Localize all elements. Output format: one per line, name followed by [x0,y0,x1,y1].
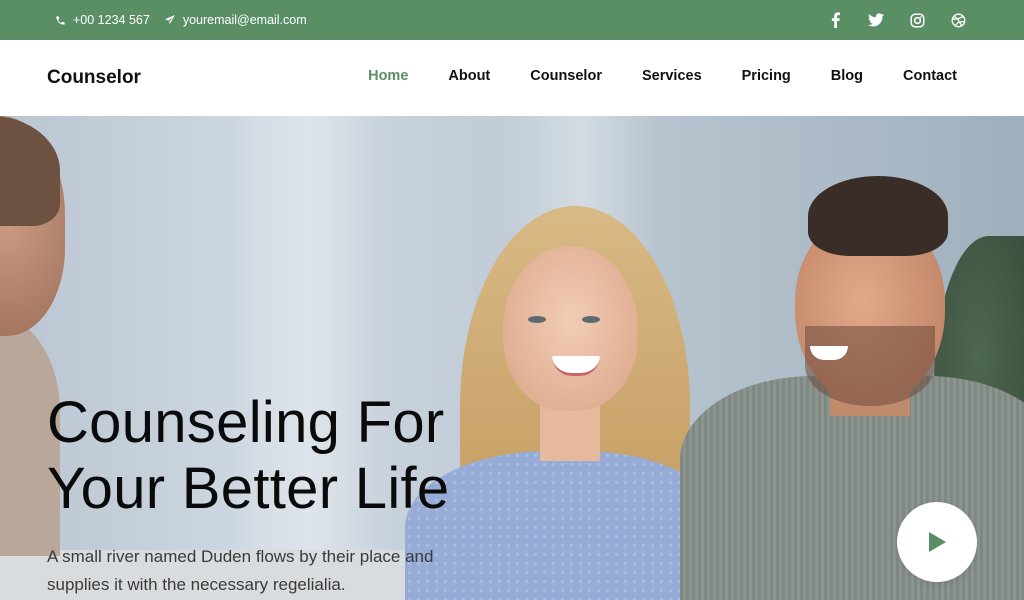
nav-item-services[interactable]: Services [642,68,702,84]
phone-contact[interactable]: +00 1234 567 [55,13,150,27]
nav-item-counselor[interactable]: Counselor [530,68,602,84]
phone-icon [56,15,65,25]
paper-plane-icon [164,15,175,24]
email-address: youremail@email.com [182,13,307,27]
hero-text-line2: supplies it with the necessary regeliali… [47,575,346,594]
background-curtain [230,116,390,600]
hero-text-line1: A small river named Duden flows by their… [47,547,434,566]
main-menu: Home About Counselor Services Pricing Bl… [328,68,957,84]
nav-item-about[interactable]: About [448,68,490,84]
nav-item-blog[interactable]: Blog [831,68,863,84]
nav-item-pricing[interactable]: Pricing [742,68,791,84]
hero-title-line2: Your Better Life [47,456,450,521]
top-bar: +00 1234 567 youremail@email.com [0,0,1024,40]
social-links [802,0,966,40]
brand-logo[interactable]: Counselor [47,67,141,89]
contact-info: +00 1234 567 youremail@email.com [55,0,321,40]
hero-section: Counseling For Your Better Life A small … [0,116,1024,600]
facebook-icon[interactable] [827,12,843,28]
main-navbar: Counselor Home About Counselor Services … [0,40,1024,116]
email-contact[interactable]: youremail@email.com [164,13,307,27]
nav-item-contact[interactable]: Contact [903,68,957,84]
play-video-button[interactable] [897,502,977,582]
play-icon [929,532,946,552]
instagram-icon[interactable] [909,12,925,28]
hero-description: A small river named Duden flows by their… [47,543,477,599]
twitter-icon[interactable] [868,12,884,28]
phone-number: +00 1234 567 [73,13,150,27]
hero-title-line1: Counseling For [47,390,445,455]
hero-title: Counseling For Your Better Life [47,390,449,522]
dribbble-icon[interactable] [950,12,966,28]
nav-item-home[interactable]: Home [368,68,408,84]
